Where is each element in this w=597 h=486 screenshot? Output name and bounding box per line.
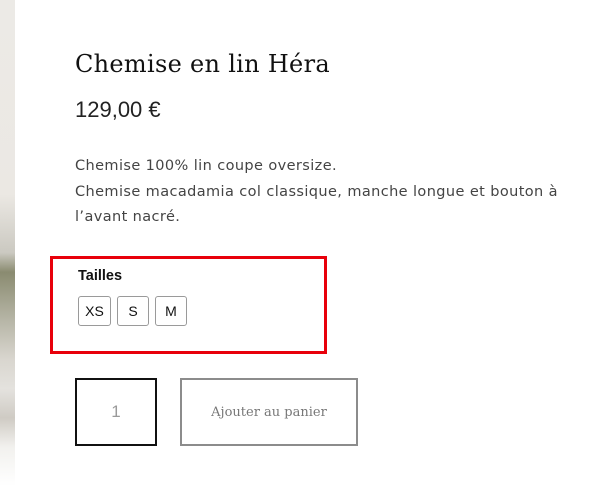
description-line: Chemise 100% lin coupe oversize. — [75, 158, 338, 174]
size-option-xs[interactable]: XS — [78, 296, 111, 326]
description-line: l’avant nacré. — [75, 209, 181, 225]
product-title: Chemise en lin Héra — [75, 50, 330, 78]
size-option-s[interactable]: S — [117, 296, 149, 326]
quantity-input[interactable]: 1 — [75, 378, 157, 446]
size-label: Tailles — [78, 268, 123, 284]
description-line: Chemise macadamia col classique, manche … — [75, 183, 558, 200]
size-option-m[interactable]: M — [155, 296, 187, 326]
product-image-edge — [0, 0, 15, 486]
product-description: Chemise 100% lin coupe oversize. Chemise… — [75, 154, 575, 231]
product-price: 129,00 € — [75, 97, 161, 122]
add-to-cart-button[interactable]: Ajouter au panier — [180, 378, 358, 446]
